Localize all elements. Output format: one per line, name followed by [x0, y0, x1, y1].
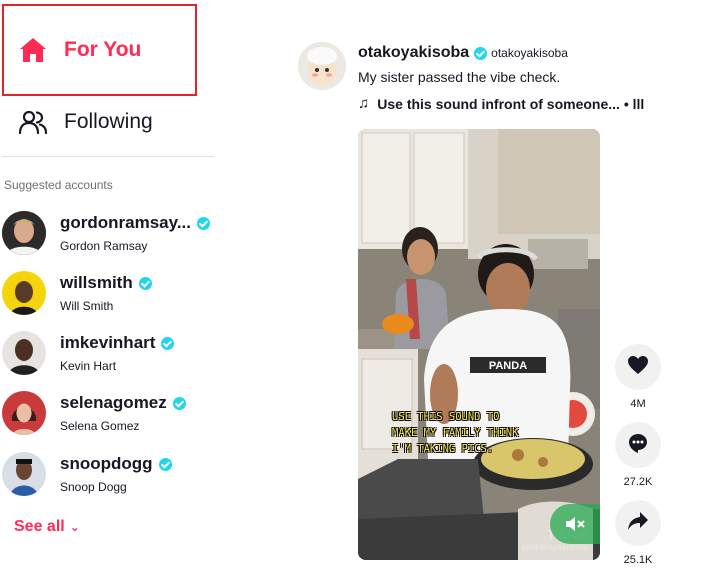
avatar — [2, 271, 46, 315]
account-handle: gordonramsay... — [60, 213, 191, 232]
share-action: 25.1K — [614, 500, 662, 566]
verified-badge-icon — [161, 336, 175, 350]
verified-badge-icon — [158, 457, 172, 471]
avatar — [2, 452, 46, 496]
video-frame: PANDA — [358, 129, 600, 560]
post-sound-title: Use this sound infront of someone... • l… — [377, 95, 645, 112]
muted-speaker-icon — [564, 515, 586, 533]
like-action: 4M — [614, 344, 662, 410]
nav-following[interactable]: Following — [18, 103, 153, 141]
video-player[interactable]: PANDA USE THIS SOUND TO MAKE MY FAMILY T… — [358, 129, 600, 560]
post-description: My sister passed the vibe check. — [358, 69, 561, 85]
suggested-account-selenagomez[interactable]: selenagomez Selena Gomez — [2, 388, 214, 438]
verified-badge-icon — [197, 216, 210, 230]
suggested-account-willsmith[interactable]: willsmith Will Smith — [2, 268, 214, 318]
avatar — [2, 211, 46, 255]
video-caption: USE THIS SOUND TO MAKE MY FAMILY THINK I… — [392, 411, 519, 455]
nav-for-you[interactable]: For You — [2, 4, 197, 96]
music-note-icon: ♫ — [358, 95, 370, 112]
like-count: 4M — [630, 398, 646, 410]
people-icon — [18, 107, 48, 137]
share-button[interactable] — [615, 500, 661, 546]
verified-badge-icon — [474, 46, 488, 60]
comment-count: 27.2K — [623, 476, 653, 488]
sidebar-divider — [2, 156, 214, 157]
post-header: otakoyakisoba otakoyakisoba — [358, 44, 568, 62]
see-all-label: See all — [14, 518, 65, 535]
account-handle: imkevinhart — [60, 333, 156, 352]
suggested-account-gordonramsay[interactable]: gordonramsay... Gordon Ramsay — [2, 208, 214, 258]
suggested-account-imkevinhart[interactable]: imkevinhart Kevin Hart — [2, 328, 214, 378]
home-icon — [18, 35, 48, 65]
comment-button[interactable] — [615, 422, 661, 468]
account-handle: snoopdogg — [60, 454, 153, 473]
see-all-link[interactable]: See all ⌄ — [14, 518, 80, 536]
share-arrow-icon — [627, 511, 649, 536]
post-author-avatar[interactable] — [298, 42, 346, 90]
suggested-accounts-title: Suggested accounts — [4, 178, 113, 192]
post-author-nickname: otakoyakisoba — [491, 46, 568, 60]
comment-action: 27.2K — [614, 422, 662, 488]
account-name: Will Smith — [60, 299, 114, 313]
account-name: Snoop Dogg — [60, 480, 127, 494]
avatar — [2, 391, 46, 435]
share-count: 25.1K — [623, 554, 653, 566]
account-name: Selena Gomez — [60, 419, 140, 433]
post-author-handle[interactable]: otakoyakisoba — [358, 44, 469, 62]
apron-text: PANDA — [489, 360, 527, 372]
post-sound-link[interactable]: ♫ Use this sound infront of someone... •… — [358, 95, 644, 112]
suggested-account-snoopdogg[interactable]: snoopdogg Snoop Dogg — [2, 449, 214, 499]
comment-icon — [627, 432, 649, 459]
heart-icon — [627, 355, 649, 380]
nav-following-label: Following — [64, 110, 153, 133]
account-handle: willsmith — [60, 273, 133, 292]
verified-badge-icon — [138, 276, 152, 290]
mute-button[interactable] — [550, 504, 600, 544]
nav-for-you-label: For You — [64, 38, 142, 61]
sidebar: For You Following Suggested accounts gor… — [0, 0, 215, 585]
post-actions: 4M 27.2K 25.1K — [614, 344, 662, 578]
avatar — [2, 331, 46, 375]
account-handle: selenagomez — [60, 393, 167, 412]
verified-badge-icon — [172, 396, 186, 410]
chevron-down-icon: ⌄ — [69, 520, 80, 534]
account-name: Gordon Ramsay — [60, 239, 148, 253]
account-name: Kevin Hart — [60, 359, 117, 373]
like-button[interactable] — [615, 344, 661, 390]
